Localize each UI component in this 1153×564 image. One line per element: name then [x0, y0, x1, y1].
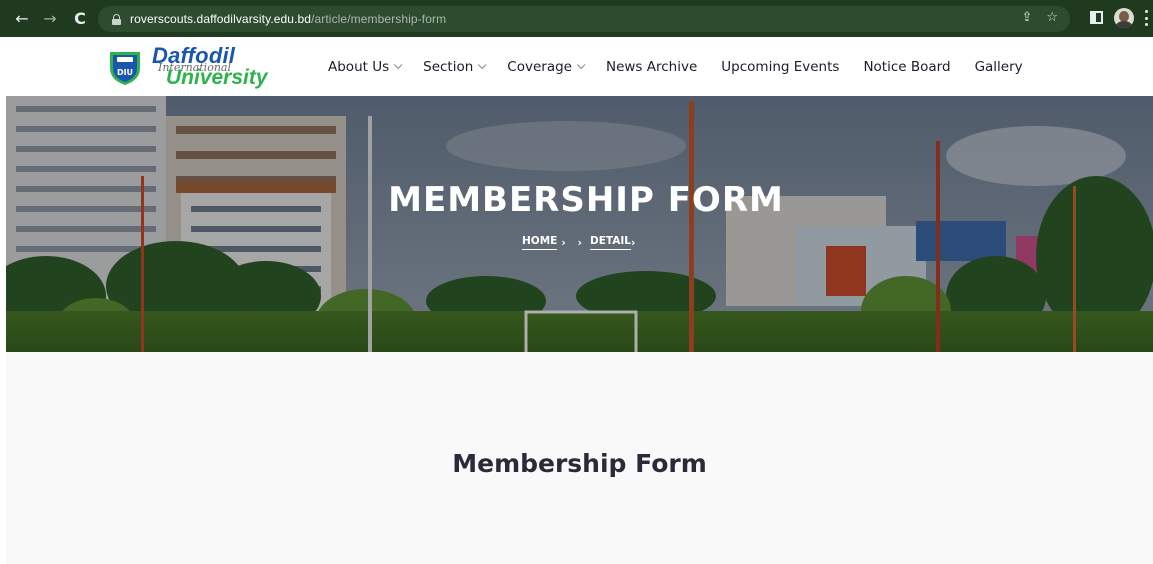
nav-item-upcoming-events[interactable]: Upcoming Events	[721, 59, 839, 75]
breadcrumb-separator: ›	[577, 236, 582, 249]
logo-university-text: University	[166, 66, 268, 89]
chevron-down-icon	[478, 60, 487, 69]
page-title: Membership Form	[452, 449, 707, 478]
breadcrumb-home-link[interactable]: HOME	[522, 235, 558, 250]
nav-label: Notice Board	[863, 58, 951, 75]
nav-label: About Us	[328, 58, 390, 75]
star-icon[interactable]: ☆	[1046, 10, 1058, 25]
nav-label: Gallery	[974, 58, 1023, 75]
url-host: roverscouts.daffodilvarsity.edu.bd	[130, 12, 312, 26]
breadcrumb-trailing-chevron-icon: ›	[630, 236, 636, 249]
logo-shield-icon: DIU	[110, 52, 140, 85]
nav-item-about-us[interactable]: About Us	[328, 58, 403, 75]
reload-icon[interactable]: C	[69, 8, 91, 30]
logo-badge-text: DIU	[117, 68, 133, 77]
nav-label: Coverage	[507, 58, 572, 75]
hero-banner: MEMBERSHIP FORM HOME › › DETAIL ›	[6, 96, 1153, 352]
breadcrumb: HOME › › DETAIL ›	[522, 235, 635, 250]
nav-item-section[interactable]: Section	[423, 58, 487, 75]
profile-avatar[interactable]	[1114, 8, 1134, 28]
breadcrumb-separator: ›	[561, 236, 566, 249]
side-panel-icon[interactable]	[1090, 11, 1103, 24]
back-arrow-icon[interactable]: ←	[11, 8, 33, 30]
url-text[interactable]: roverscouts.daffodilvarsity.edu.bd/artic…	[130, 12, 446, 26]
site-logo[interactable]: DIU Daffodil International University	[106, 42, 268, 92]
main-content: Membership Form	[6, 352, 1153, 564]
address-bar[interactable]: roverscouts.daffodilvarsity.edu.bd/artic…	[98, 6, 1070, 32]
chevron-down-icon	[394, 60, 403, 69]
site-header: DIU Daffodil International University Ab…	[6, 37, 1153, 96]
url-path: /article/membership-form	[311, 12, 447, 26]
lock-icon[interactable]	[112, 13, 121, 25]
breadcrumb-detail-link[interactable]: DETAIL	[590, 235, 631, 250]
forward-arrow-icon[interactable]: →	[39, 8, 61, 30]
browser-toolbar: ← → C roverscouts.daffodilvarsity.edu.bd…	[0, 0, 1153, 37]
browser-menu-icon[interactable]	[1145, 10, 1149, 26]
nav-item-gallery[interactable]: Gallery	[975, 59, 1023, 75]
nav-label: Upcoming Events	[721, 58, 840, 75]
nav-item-news-archive[interactable]: News Archive	[606, 59, 697, 75]
campus-photo	[6, 96, 1153, 352]
main-navigation: About Us Section Coverage News Archive U…	[328, 37, 1047, 96]
nav-label: Section	[423, 58, 474, 75]
nav-item-notice-board[interactable]: Notice Board	[863, 59, 950, 75]
share-icon[interactable]: ⇪	[1021, 10, 1032, 25]
nav-item-coverage[interactable]: Coverage	[507, 58, 586, 75]
nav-label: News Archive	[605, 58, 698, 75]
chevron-down-icon	[576, 60, 586, 69]
hero-title: MEMBERSHIP FORM	[388, 180, 784, 220]
